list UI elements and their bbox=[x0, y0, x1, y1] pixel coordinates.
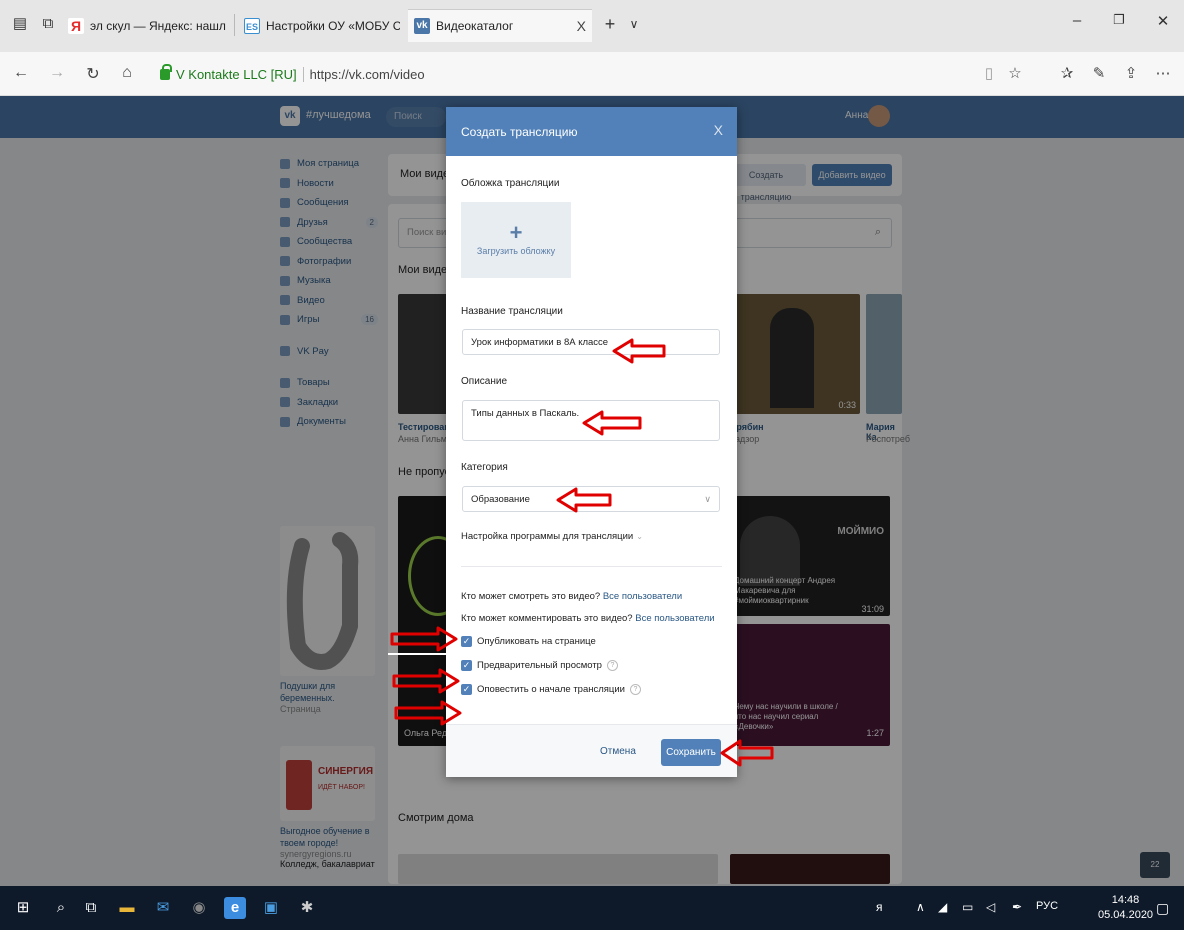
save-button[interactable]: Сохранить bbox=[661, 739, 721, 766]
checkbox-label: Опубликовать на странице bbox=[477, 636, 596, 647]
people-icon[interactable]: ᴙ bbox=[876, 900, 883, 914]
help-icon[interactable]: ? bbox=[606, 660, 618, 671]
battery-icon[interactable]: ▭ bbox=[962, 900, 973, 914]
favorites-icon[interactable]: ✰ bbox=[1056, 64, 1078, 82]
edge-icon[interactable]: e bbox=[224, 897, 246, 919]
upload-cover-button[interactable]: + Загрузить обложку bbox=[461, 202, 571, 278]
url-field[interactable]: V Kontakte LLC [RU] https://vk.com/video bbox=[160, 63, 425, 85]
privacy-view: Кто может смотреть это видео? Все пользо… bbox=[461, 591, 682, 602]
tab-settings-school[interactable]: ES Настройки ОУ «МОБУ СОШ bbox=[238, 9, 406, 42]
pen-workspace-icon[interactable]: ✒ bbox=[1012, 900, 1022, 914]
minimize-icon[interactable]: – bbox=[1064, 12, 1090, 29]
vk-icon: vk bbox=[414, 18, 430, 34]
media-player-icon[interactable]: ◉ bbox=[188, 897, 210, 919]
volume-icon[interactable]: ◁ bbox=[986, 900, 995, 914]
new-tab-icon[interactable]: + bbox=[600, 14, 620, 34]
publish-checkbox[interactable]: ✓ Опубликовать на странице bbox=[461, 636, 596, 647]
file-explorer-icon[interactable]: ▬ bbox=[116, 897, 138, 919]
divider bbox=[461, 566, 722, 567]
share-icon[interactable]: ⇪ bbox=[1120, 64, 1142, 82]
favorite-star-icon[interactable]: ☆ bbox=[1004, 64, 1026, 82]
notifications-icon[interactable]: ▢ bbox=[1156, 900, 1169, 917]
address-bar: ← → ↻ ⌂ V Kontakte LLC [RU] https://vk.c… bbox=[0, 52, 1184, 96]
stream-name-input[interactable]: Урок информатики в 8А классе bbox=[462, 329, 720, 355]
category-label: Категория bbox=[461, 462, 508, 473]
tab-yandex[interactable]: Я эл скул — Яндекс: нашлось bbox=[62, 9, 232, 42]
search-icon[interactable]: ⌕ bbox=[50, 897, 72, 919]
site-identity[interactable]: V Kontakte LLC [RU] bbox=[176, 67, 297, 82]
name-label: Название трансляции bbox=[461, 306, 563, 317]
windows-start-icon[interactable]: ⊞ bbox=[12, 897, 34, 919]
privacy-comment-link[interactable]: Все пользователи bbox=[635, 613, 714, 624]
tab-separator bbox=[234, 14, 235, 36]
plus-icon: + bbox=[509, 220, 523, 245]
program-settings-label: Настройка программы для трансляции bbox=[461, 531, 634, 542]
checkbox-checked-icon: ✓ bbox=[461, 636, 472, 647]
program-settings-toggle[interactable]: Настройка программы для трансляции ⌄ bbox=[461, 531, 643, 542]
tab-videocatalog[interactable]: vk Видеокаталог X bbox=[408, 9, 592, 42]
lock-icon bbox=[160, 63, 172, 80]
close-icon[interactable]: X bbox=[714, 122, 723, 138]
mail-icon[interactable]: ✉ bbox=[152, 897, 174, 919]
privacy-view-link[interactable]: Все пользователи bbox=[603, 591, 682, 602]
close-tab-icon[interactable]: X bbox=[569, 18, 586, 34]
cancel-button[interactable]: Отмена bbox=[600, 746, 636, 757]
modal-footer: Отмена Сохранить bbox=[446, 724, 737, 777]
chevron-down-icon: ⌄ bbox=[636, 532, 643, 541]
browser-tab-bar: ▤ ⧉ Я эл скул — Яндекс: нашлось ES Настр… bbox=[0, 0, 1184, 52]
refresh-icon[interactable]: ↻ bbox=[82, 64, 104, 84]
checkbox-checked-icon: ✓ bbox=[461, 660, 472, 671]
back-icon[interactable]: ← bbox=[10, 64, 32, 82]
tab-label: Настройки ОУ «МОБУ СОШ bbox=[266, 18, 400, 33]
cover-label: Обложка трансляции bbox=[461, 178, 560, 189]
checkbox-label: Предварительный просмотр bbox=[477, 660, 602, 671]
paint-icon[interactable]: ✱ bbox=[296, 897, 318, 919]
windows-taskbar: ⊞ ⌕ ⧉ ▬ ✉ ◉ e ▣ ✱ ᴙ ∧ ◢ ▭ ◁ ✒ РУС 14:48 … bbox=[0, 886, 1184, 930]
modal-header: Создать трансляцию X bbox=[446, 107, 737, 156]
checkbox-checked-icon: ✓ bbox=[461, 684, 472, 695]
pen-icon[interactable]: ✎ bbox=[1088, 64, 1110, 82]
category-value: Образование bbox=[471, 494, 530, 505]
language-indicator[interactable]: РУС bbox=[1036, 900, 1058, 912]
create-stream-modal: Создать трансляцию X Обложка трансляции … bbox=[446, 107, 737, 777]
forward-icon[interactable]: → bbox=[46, 64, 68, 82]
tab-label: эл скул — Яндекс: нашлось bbox=[90, 18, 226, 33]
more-icon[interactable]: ⋯ bbox=[1152, 64, 1174, 82]
show-hidden-icons[interactable]: ∧ bbox=[916, 900, 925, 914]
privacy-view-label: Кто может смотреть это видео? bbox=[461, 591, 601, 602]
tab-actions-icon[interactable]: ▤ bbox=[10, 14, 30, 34]
set-aside-tabs-icon[interactable]: ⧉ bbox=[38, 14, 58, 34]
notify-checkbox[interactable]: ✓ Оповестить о начале трансляции ? bbox=[461, 684, 641, 695]
privacy-comment-label: Кто может комментировать это видео? bbox=[461, 613, 633, 624]
description-textarea[interactable]: Типы данных в Паскаль. bbox=[462, 400, 720, 441]
home-icon[interactable]: ⌂ bbox=[116, 64, 138, 82]
tab-preview-chevron-icon[interactable]: ∨ bbox=[624, 14, 644, 34]
help-icon[interactable]: ? bbox=[630, 684, 641, 695]
clock-date: 05.04.2020 bbox=[1098, 909, 1154, 921]
modal-title: Создать трансляцию bbox=[461, 124, 578, 139]
tab-label: Видеокаталог bbox=[436, 19, 514, 33]
clock[interactable]: 14:48 05.04.2020 bbox=[1098, 893, 1153, 923]
restore-icon[interactable]: ❐ bbox=[1106, 12, 1132, 28]
task-view-icon[interactable]: ⧉ bbox=[80, 897, 102, 919]
notes-icon[interactable]: ▣ bbox=[260, 897, 282, 919]
yandex-icon: Я bbox=[68, 17, 84, 34]
wifi-icon[interactable]: ◢ bbox=[938, 900, 947, 914]
url-text[interactable]: https://vk.com/video bbox=[302, 66, 425, 82]
es-icon: ES bbox=[244, 17, 260, 34]
upload-cover-label: Загрузить обложку bbox=[476, 246, 556, 256]
description-label: Описание bbox=[461, 376, 508, 387]
checkbox-label: Оповестить о начале трансляции bbox=[477, 684, 625, 695]
preview-checkbox[interactable]: ✓ Предварительный просмотр ? bbox=[461, 660, 618, 671]
reading-view-icon[interactable]: ▯ bbox=[978, 64, 1000, 82]
privacy-comment: Кто может комментировать это видео? Все … bbox=[461, 613, 715, 624]
close-window-icon[interactable]: ✕ bbox=[1150, 12, 1176, 30]
chevron-down-icon: ∨ bbox=[704, 494, 711, 504]
clock-time: 14:48 bbox=[1111, 894, 1140, 906]
category-select[interactable]: Образование ∨ bbox=[462, 486, 720, 512]
